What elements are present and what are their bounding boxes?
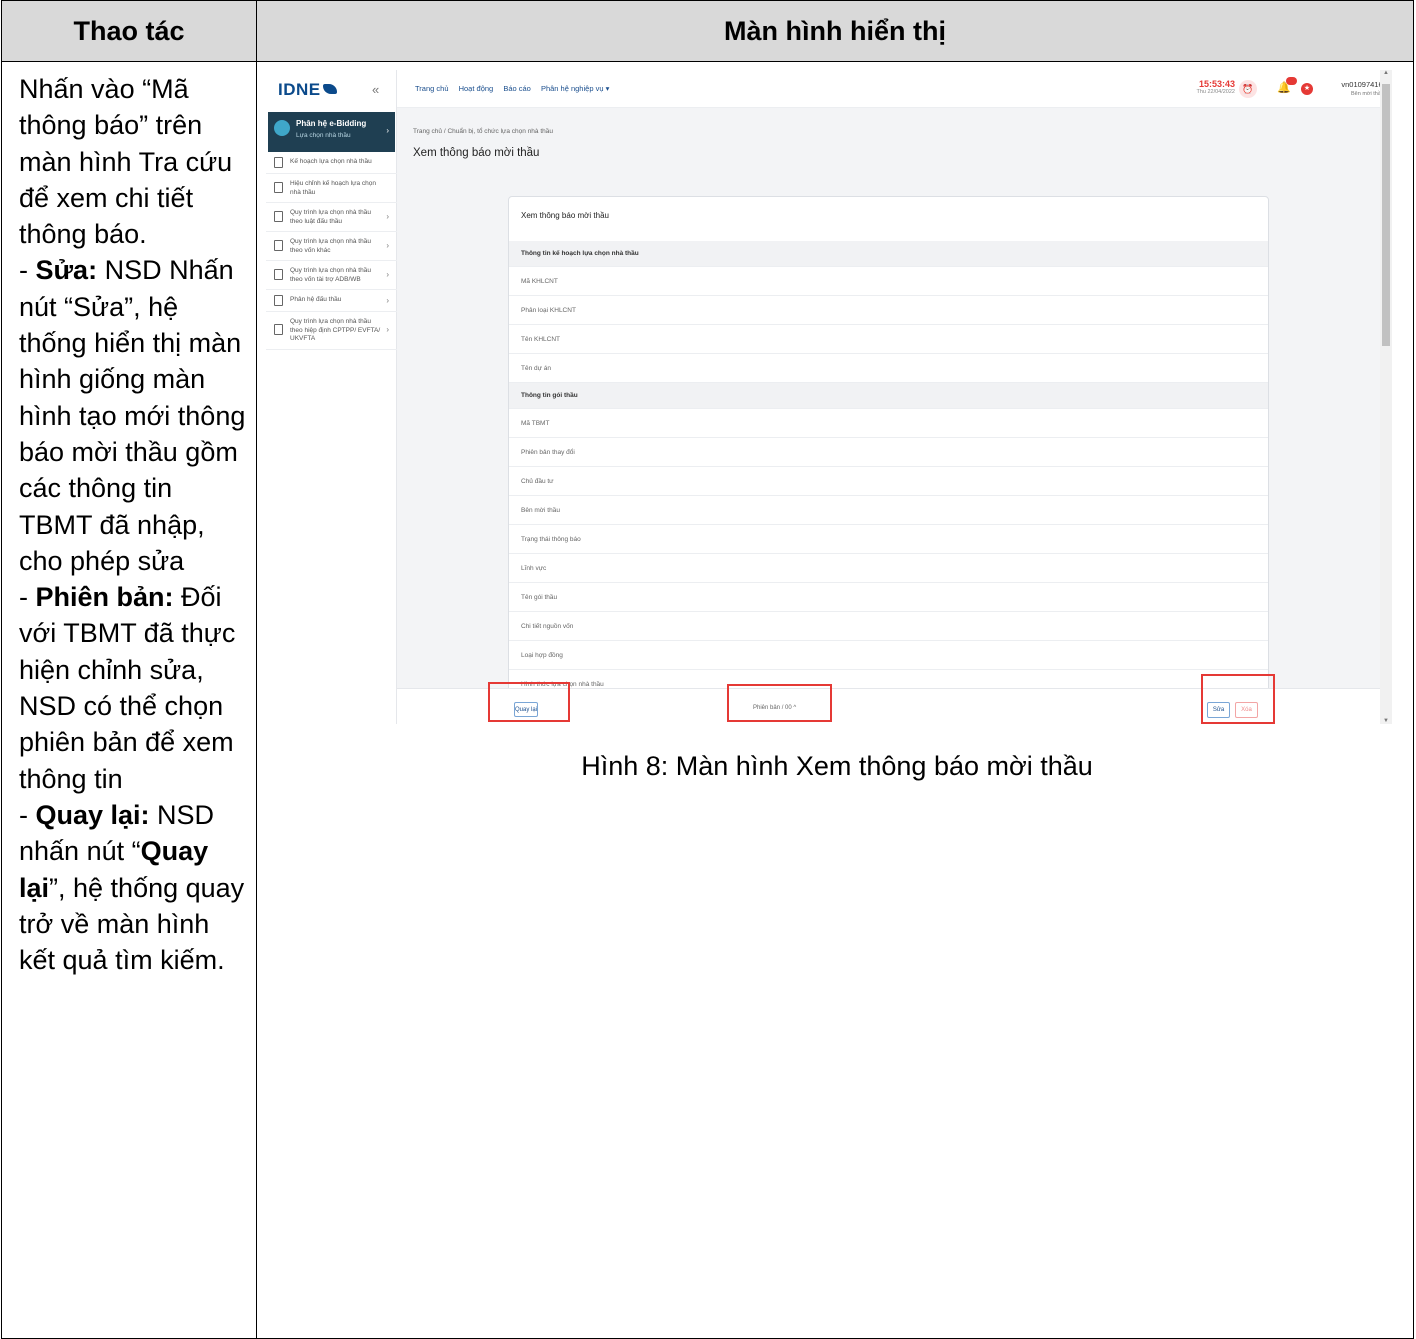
document-icon xyxy=(274,240,283,251)
module-subtitle: Lựa chọn nhà thầu xyxy=(296,132,351,139)
card-title: Xem thông báo mời thầu xyxy=(521,211,609,220)
detail-rows: Thông tin kế hoạch lựa chọn nhà thầu Mã K… xyxy=(509,241,1268,695)
chevron-right-icon: › xyxy=(386,212,389,221)
sidebar-menu: Kế hoạch lựa chọn nhà thầu Hiệu chỉnh kế… xyxy=(266,152,397,350)
section-header-row: Thông tin kế hoạch lựa chọn nhà thầu xyxy=(509,241,1268,267)
detail-row: Trạng thái thông báo xyxy=(509,525,1268,554)
detail-row: Mã TBMT xyxy=(509,409,1268,438)
page-title: Xem thông báo mời thầu xyxy=(413,147,540,159)
highlight-version-selector xyxy=(727,684,832,722)
bell-icon[interactable]: 🔔 xyxy=(1277,81,1291,94)
detail-row: Phân loại KHLCNT xyxy=(509,296,1268,325)
table-header-row: Thao tác Màn hình hiển thị xyxy=(2,1,1413,62)
sidebar-item[interactable]: Kế hoạch lựa chọn nhà thầu xyxy=(266,152,397,174)
session-timer: 15:53:43 Thu 22/04/2022 xyxy=(1169,79,1235,95)
chevron-right-icon: › xyxy=(386,270,389,279)
scrollbar[interactable]: ▲ ▼ xyxy=(1380,70,1392,724)
highlight-back-button xyxy=(488,682,570,722)
sidebar-item[interactable]: Quy trình lựa chọn nhà thầu theo luật đấ… xyxy=(266,203,397,232)
instruction-version: - Phiên bản: Đối với TBMT đã thực hiện c… xyxy=(19,582,236,794)
instruction-edit: - Sửa: NSD Nhấn nút “Sửa”, hệ thống hiển… xyxy=(19,255,246,576)
document-icon xyxy=(274,294,283,306)
detail-row: Phiên bản thay đổi xyxy=(509,438,1268,467)
module-title: Phân hệ e-Bidding xyxy=(296,119,367,128)
nav-home[interactable]: Trang chủ xyxy=(415,84,449,93)
document-icon xyxy=(274,269,283,280)
detail-row: Lĩnh vực xyxy=(509,554,1268,583)
alert-icon[interactable]: ★ xyxy=(1301,83,1313,95)
instruction-back: - Quay lại: NSD nhấn nút “Quay lại”, hệ … xyxy=(19,799,245,976)
detail-row: Bên mời thầu xyxy=(509,496,1268,525)
figure-caption: Hình 8: Màn hình Xem thông báo mời thầu xyxy=(581,751,1093,781)
timer-value: 15:53:43 xyxy=(1198,79,1235,89)
document-icon xyxy=(274,211,283,222)
document-icon xyxy=(274,156,283,168)
module-icon xyxy=(274,120,290,136)
document-icon xyxy=(274,182,283,193)
document-icon xyxy=(274,324,283,336)
detail-row: Loại hợp đồng xyxy=(509,641,1268,670)
detail-row: Tên gói thầu xyxy=(509,583,1268,612)
nav-report[interactable]: Báo cáo xyxy=(503,84,531,93)
main-content: Trang chủ / Chuẩn bị, tổ chức lựa chọn n… xyxy=(397,108,1380,696)
chevron-right-icon: › xyxy=(386,325,389,335)
sidebar-item[interactable]: Quy trình lựa chọn nhà thầu theo vốn khá… xyxy=(266,232,397,261)
logo-mark-icon xyxy=(322,84,337,94)
chevron-right-icon: › xyxy=(386,295,389,305)
embedded-screenshot: IDNE « Phân hệ e-Bidding Lựa chọn nhà th… xyxy=(266,70,1392,724)
chevron-right-icon: › xyxy=(386,241,389,250)
detail-row: Tên KHLCNT xyxy=(509,325,1268,354)
sidebar-item[interactable]: Quy trình lựa chọn nhà thầu theo vốn tài… xyxy=(266,261,397,290)
scroll-up-icon[interactable]: ▲ xyxy=(1380,70,1392,76)
sidebar: IDNE « Phân hệ e-Bidding Lựa chọn nhà th… xyxy=(266,70,397,724)
detail-row: Mã KHLCNT xyxy=(509,267,1268,296)
top-bar: Trang chủ Hoạt động Báo cáo Phân hệ nghi… xyxy=(397,70,1391,108)
nav-business-module[interactable]: Phân hệ nghiệp vụ ▾ xyxy=(541,84,609,93)
instruction-intro: Nhấn vào “Mã thông báo” trên màn hình Tr… xyxy=(19,74,233,250)
detail-row: Chi tiết nguồn vốn xyxy=(509,612,1268,641)
column-header-action: Thao tác xyxy=(73,16,185,46)
sidebar-item[interactable]: Phân hệ đấu thầu › xyxy=(266,290,397,312)
highlight-edit-delete xyxy=(1201,674,1275,724)
alarm-clock-icon[interactable]: ⏰ xyxy=(1239,80,1257,98)
top-nav: Trang chủ Hoạt động Báo cáo Phân hệ nghi… xyxy=(415,84,617,93)
collapse-sidebar-icon[interactable]: « xyxy=(372,82,379,97)
sidebar-item[interactable]: Hiệu chỉnh kế hoạch lựa chọn nhà thầu xyxy=(266,174,397,203)
breadcrumb[interactable]: Trang chủ / Chuẩn bị, tổ chức lựa chọn n… xyxy=(413,128,553,135)
chevron-right-icon: › xyxy=(386,126,389,135)
detail-row: Chủ đầu tư xyxy=(509,467,1268,496)
detail-card: Xem thông báo mời thầu Thông tin kế hoạc… xyxy=(508,196,1269,696)
app-logo: IDNE xyxy=(278,80,337,100)
timer-date: Thu 22/04/2022 xyxy=(1196,89,1235,95)
instruction-text: Nhấn vào “Mã thông báo” trên màn hình Tr… xyxy=(19,71,247,978)
column-divider xyxy=(256,1,257,1338)
scroll-thumb[interactable] xyxy=(1382,84,1390,346)
sidebar-item[interactable]: Quy trình lựa chọn nhà thầu theo hiệp đị… xyxy=(266,312,397,350)
detail-row: Tên dự án xyxy=(509,354,1268,383)
column-header-screen: Màn hình hiển thị xyxy=(724,16,946,46)
module-switcher[interactable]: Phân hệ e-Bidding Lựa chọn nhà thầu › xyxy=(268,112,395,152)
section-header-row: Thông tin gói thầu xyxy=(509,383,1268,409)
nav-activity[interactable]: Hoạt động xyxy=(459,84,494,93)
scroll-down-icon[interactable]: ▼ xyxy=(1380,718,1392,724)
